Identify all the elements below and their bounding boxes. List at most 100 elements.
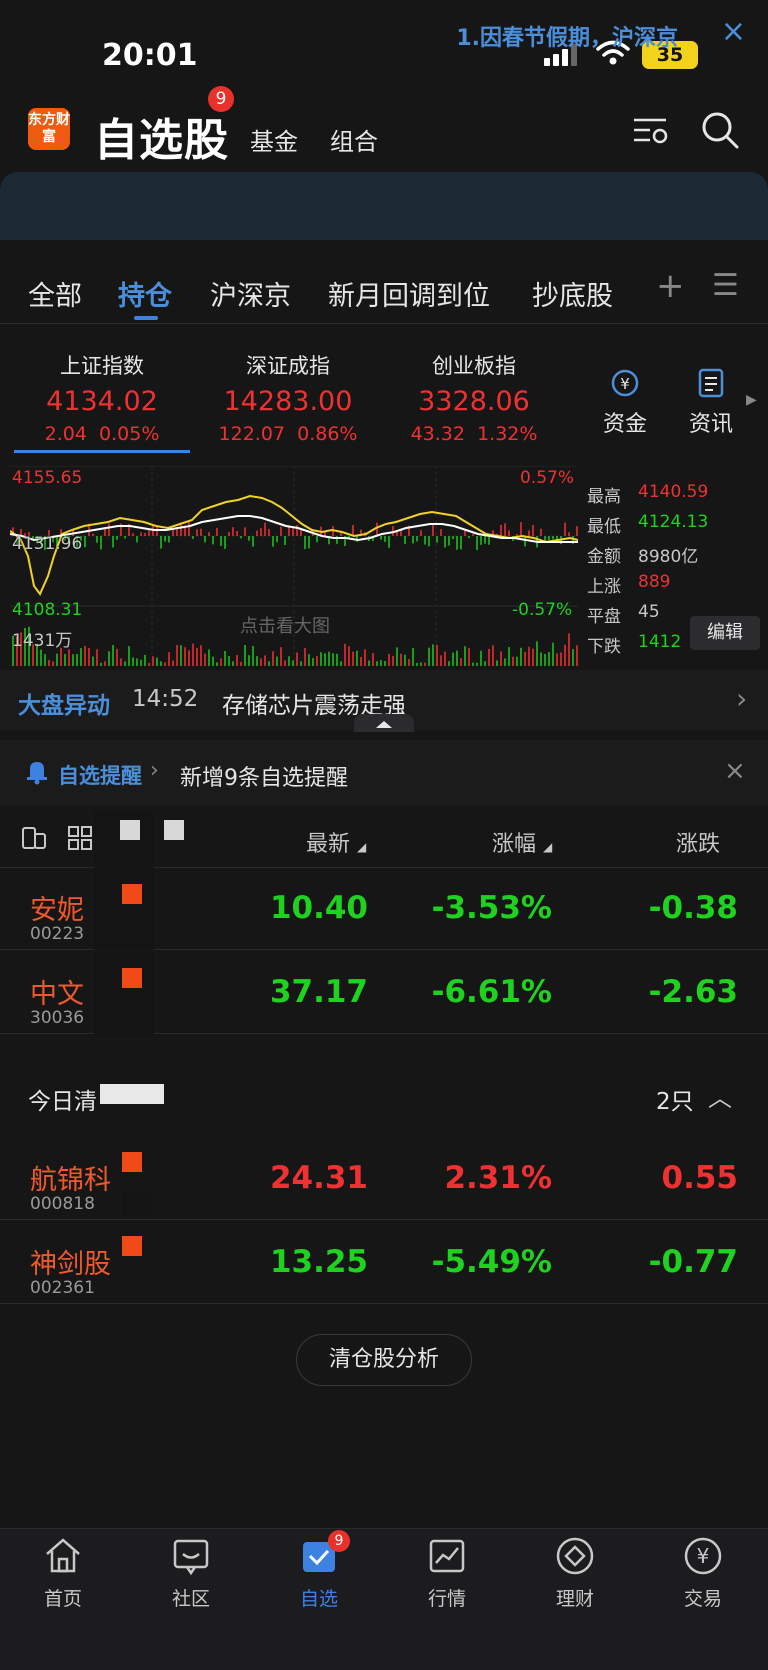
chart-up-pct: 0.57% [520, 468, 575, 488]
volume-bar [316, 656, 318, 666]
tab-holdings[interactable]: 持仓 [118, 274, 172, 313]
volume-bar [520, 647, 522, 666]
volume-bar [76, 653, 78, 666]
advance-decline-bar [568, 532, 570, 536]
collapse-handle[interactable] [354, 714, 414, 732]
cleared-analysis-button[interactable]: 清仓股分析 [296, 1334, 472, 1386]
volume-bar [464, 646, 466, 666]
stock-change: 0.55 [661, 1160, 739, 1196]
advance-decline-bar [200, 528, 202, 536]
flag-icon [122, 884, 142, 904]
notice-banner[interactable] [0, 172, 768, 240]
column-change-pct[interactable]: 涨幅 ◢ [492, 826, 552, 858]
nav-fund[interactable]: 基金 [250, 122, 298, 157]
chevron-right-icon[interactable]: › [736, 682, 747, 715]
volume-bar [340, 661, 342, 666]
nav-trade[interactable]: ¥ 交易 [648, 1534, 758, 1611]
stat-value: 4140.59 [638, 482, 709, 502]
reminder-label[interactable]: 自选提醒 [58, 760, 142, 790]
volume-bar [420, 662, 422, 666]
advance-decline-bar [520, 522, 522, 536]
settings-icon[interactable] [632, 114, 670, 148]
svg-text:¥: ¥ [620, 375, 630, 393]
tab-custom-2[interactable]: 抄底股 [532, 274, 613, 313]
volume-bar [208, 649, 210, 666]
advance-decline-bar [448, 536, 450, 546]
column-change[interactable]: 涨跌 [676, 826, 720, 858]
redacted-block [100, 1084, 164, 1104]
volume-bar [400, 653, 402, 666]
volume-bar [80, 648, 82, 666]
svg-text:¥: ¥ [697, 1544, 710, 1568]
grid-icon[interactable] [66, 824, 94, 852]
volume-bar [172, 660, 174, 666]
index-sz[interactable]: 深证成指 14283.00 122.07 0.86% [198, 350, 378, 445]
nav-watchlist[interactable]: 自选 [264, 1534, 374, 1611]
column-latest[interactable]: 最新 ◢ [306, 826, 366, 858]
page-title[interactable]: 自选股 [94, 104, 229, 168]
volume-bar [228, 656, 230, 666]
volume-bar [196, 647, 198, 666]
volume-bar [356, 650, 358, 666]
close-icon[interactable]: × [724, 756, 746, 786]
nav-community-label: 社区 [171, 1588, 210, 1610]
volume-bar [312, 658, 314, 666]
advance-decline-bar [164, 536, 166, 542]
tab-hushenjing[interactable]: 沪深京 [210, 274, 291, 313]
chevron-up-icon[interactable]: ︿ [708, 1078, 732, 1113]
index-sh[interactable]: 上证指数 4134.02 2.04 0.05% [12, 350, 192, 445]
volume-bar [544, 653, 546, 666]
nav-wealth[interactable]: 理财 [520, 1534, 630, 1611]
chat-icon [173, 1539, 209, 1576]
funds-button[interactable]: ¥ 资金 [590, 366, 660, 438]
news-button[interactable]: 资讯 [676, 366, 746, 438]
volume-bar [296, 652, 298, 666]
volume-bar [456, 650, 458, 666]
advance-decline-bar [288, 526, 290, 536]
advance-decline-bar [192, 536, 194, 539]
stat-value: 45 [638, 602, 660, 622]
nav-portfolio[interactable]: 组合 [330, 122, 378, 157]
edit-button[interactable]: 编辑 [690, 616, 760, 650]
tab-all[interactable]: 全部 [28, 274, 82, 313]
close-icon[interactable]: × [721, 14, 746, 49]
volume-bar [272, 651, 274, 666]
index-cyb[interactable]: 创业板指 3328.06 43.32 1.32% [384, 350, 564, 445]
volume-bar [324, 653, 326, 666]
volume-bar [148, 662, 150, 666]
tab-custom-1[interactable]: 新月回调到位 [328, 274, 490, 313]
reminder-text[interactable]: 新增9条自选提醒 [180, 760, 348, 792]
volume-bar [392, 655, 394, 666]
advance-decline-bar [160, 536, 162, 549]
index-change: 122.07 0.86% [218, 423, 358, 445]
advance-decline-bar [268, 529, 270, 536]
volume-bar [460, 658, 462, 666]
table-row[interactable]: 航锦科 000818 24.31 2.31% 0.55 [0, 1138, 768, 1220]
advance-decline-bar [576, 526, 578, 536]
advance-decline-bar [240, 536, 242, 539]
advance-decline-bar [104, 528, 106, 536]
search-icon[interactable] [700, 110, 740, 150]
chart-tip[interactable]: 点击看大图 [240, 612, 330, 638]
volume-bar [96, 649, 98, 666]
advance-decline-bar [500, 524, 502, 536]
nav-community[interactable]: 社区 [136, 1534, 246, 1611]
notice-text[interactable]: 1.因春节假期，沪深京 [456, 20, 678, 52]
stat-label: 平盘 [587, 607, 621, 627]
menu-icon[interactable]: ☰ [712, 268, 739, 303]
layout-icon[interactable] [20, 824, 48, 852]
table-row[interactable]: 安妮 00223 10.40 -3.53% -0.38 [0, 868, 768, 950]
stock-name: 中文 [30, 979, 84, 1010]
table-row[interactable]: 神剑股 002361 13.25 -5.49% -0.77 [0, 1222, 768, 1304]
advance-decline-bar [224, 536, 226, 549]
add-tab-icon[interactable]: + [656, 266, 685, 306]
chevron-right-icon[interactable]: ▶ [746, 392, 757, 408]
nav-market[interactable]: 行情 [392, 1534, 502, 1611]
advance-decline-bar [168, 536, 170, 543]
table-row[interactable]: 中文 30036 37.17 -6.61% -2.63 [0, 952, 768, 1034]
index-value: 4134.02 [46, 386, 158, 417]
stock-price: 24.31 [269, 1160, 368, 1196]
advance-decline-bar [484, 536, 486, 544]
nav-home[interactable]: 首页 [8, 1534, 118, 1611]
volume-bar [268, 661, 270, 666]
